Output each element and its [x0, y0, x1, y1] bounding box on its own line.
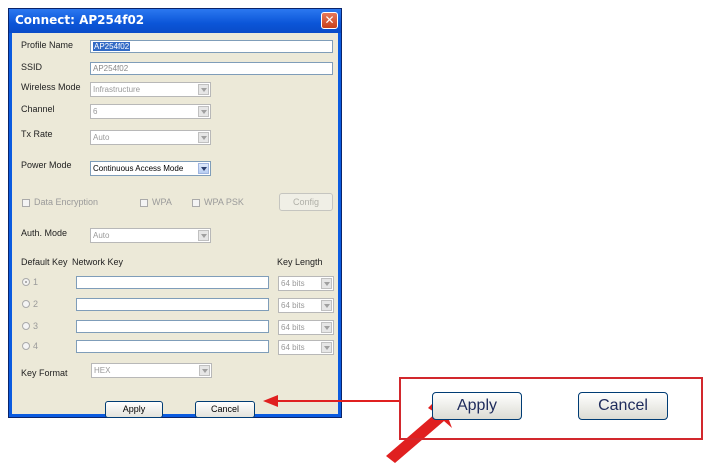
- callout-apply-button[interactable]: Apply: [432, 392, 522, 420]
- left-arrow-icon: [263, 395, 399, 407]
- callout-cancel-button[interactable]: Cancel: [578, 392, 668, 420]
- callout-box: Apply Cancel: [399, 377, 703, 440]
